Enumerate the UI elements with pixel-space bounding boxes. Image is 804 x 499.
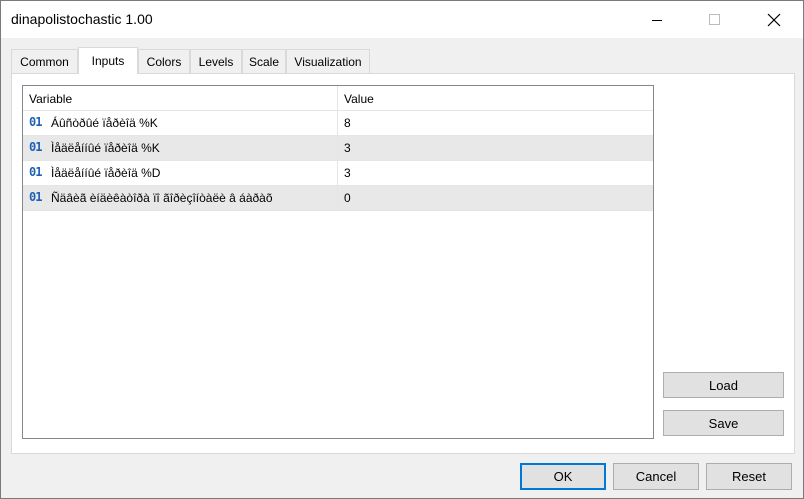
inputs-grid: Variable Value 01 Áûñòðûé ïåðèîä %K 8 01… bbox=[22, 85, 654, 439]
maximize-icon bbox=[709, 13, 720, 25]
column-header-value[interactable]: Value bbox=[338, 86, 653, 111]
integer-type-icon: 01 bbox=[29, 115, 42, 129]
variable-cell: 01 Ìåäëåííûé ïåðèîä %D bbox=[23, 161, 338, 185]
tab-common[interactable]: Common bbox=[11, 49, 78, 73]
tab-visualization[interactable]: Visualization bbox=[286, 49, 370, 73]
maximize-button[interactable] bbox=[691, 1, 737, 38]
tab-colors[interactable]: Colors bbox=[138, 49, 190, 73]
integer-type-icon: 01 bbox=[29, 140, 42, 154]
minimize-icon bbox=[652, 19, 662, 21]
grid-header: Variable Value bbox=[23, 86, 653, 111]
table-row[interactable]: 01 Áûñòðûé ïåðèîä %K 8 bbox=[23, 111, 653, 136]
variable-name: Ìåäëåííûé ïåðèîä %D bbox=[51, 166, 161, 180]
value-cell[interactable]: 0 bbox=[338, 186, 652, 210]
table-row[interactable]: 01 Ìåäëåííûé ïåðèîä %K 3 bbox=[23, 136, 653, 161]
variable-name: Ìåäëåííûé ïåðèîä %K bbox=[51, 141, 160, 155]
reset-button[interactable]: Reset bbox=[706, 463, 792, 490]
table-row[interactable]: 01 Ìåäëåííûé ïåðèîä %D 3 bbox=[23, 161, 653, 186]
close-icon bbox=[767, 13, 781, 26]
variable-cell: 01 Áûñòðûé ïåðèîä %K bbox=[23, 111, 338, 135]
minimize-button[interactable] bbox=[634, 1, 680, 38]
variable-cell: 01 Ñäâèã èíäèêàòîðà ïî ãîðèçîíòàëè â áàð… bbox=[23, 186, 338, 210]
variable-name: Ñäâèã èíäèêàòîðà ïî ãîðèçîíòàëè â áàðàõ bbox=[51, 191, 273, 205]
column-header-variable[interactable]: Variable bbox=[23, 86, 338, 111]
value-cell[interactable]: 3 bbox=[338, 136, 652, 160]
window-title: dinapolistochastic 1.00 bbox=[11, 11, 153, 27]
value-cell[interactable]: 3 bbox=[338, 161, 652, 185]
tab-scale[interactable]: Scale bbox=[242, 49, 286, 73]
dialog-window: dinapolistochastic 1.00 Common Inputs Co… bbox=[0, 0, 804, 499]
variable-name: Áûñòðûé ïåðèîä %K bbox=[51, 116, 158, 130]
variable-cell: 01 Ìåäëåííûé ïåðèîä %K bbox=[23, 136, 338, 160]
save-button[interactable]: Save bbox=[663, 410, 784, 436]
tab-levels[interactable]: Levels bbox=[190, 49, 242, 73]
value-cell[interactable]: 8 bbox=[338, 111, 652, 135]
load-button[interactable]: Load bbox=[663, 372, 784, 398]
integer-type-icon: 01 bbox=[29, 165, 42, 179]
cancel-button[interactable]: Cancel bbox=[613, 463, 699, 490]
table-row[interactable]: 01 Ñäâèã èíäèêàòîðà ïî ãîðèçîíòàëè â áàð… bbox=[23, 186, 653, 211]
ok-button[interactable]: OK bbox=[520, 463, 606, 490]
close-button[interactable] bbox=[751, 1, 797, 38]
tab-inputs[interactable]: Inputs bbox=[78, 47, 138, 74]
integer-type-icon: 01 bbox=[29, 190, 42, 204]
title-bar[interactable]: dinapolistochastic 1.00 bbox=[1, 1, 803, 38]
